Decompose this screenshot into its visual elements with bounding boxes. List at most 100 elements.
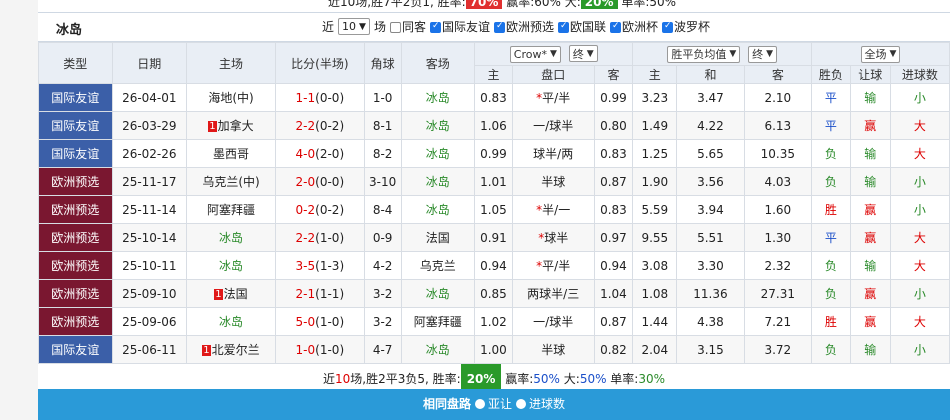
away-team-cell[interactable]: 阿塞拜疆 xyxy=(400,307,476,336)
filter-checkbox[interactable] xyxy=(662,21,674,33)
half-score: (1-0) xyxy=(315,342,345,357)
home-team-cell[interactable]: 1 北爱尔兰 xyxy=(186,335,276,364)
half-score: (0-0) xyxy=(315,90,345,105)
home-team-cell[interactable]: 阿塞拜疆 xyxy=(186,195,276,224)
handicap-result-cell: 赢 xyxy=(849,279,891,308)
home-team-cell[interactable]: 墨西哥 xyxy=(186,139,276,168)
date-cell: 26-04-01 xyxy=(111,83,188,112)
corner-cell: 0-9 xyxy=(363,223,402,252)
league-cell[interactable]: 国际友谊 xyxy=(38,111,113,140)
league-cell[interactable]: 欧洲预选 xyxy=(38,279,113,308)
odds-type-select[interactable]: 胜平负均值 ▼ xyxy=(667,45,741,63)
range-select[interactable]: 全场 ▼ xyxy=(860,45,901,63)
home-team-cell[interactable]: 冰岛 xyxy=(186,223,276,252)
corner-cell: 8-2 xyxy=(363,139,402,168)
sub-result: 胜负 xyxy=(811,65,851,84)
score-cell[interactable]: 1-1(0-0) xyxy=(274,83,365,112)
home-team-cell[interactable]: 1 加拿大 xyxy=(186,111,276,140)
league-cell[interactable]: 国际友谊 xyxy=(38,83,113,112)
handicap-result-cell: 输 xyxy=(849,251,891,280)
away-team-name: 法国 xyxy=(425,231,450,245)
away-team-name: 冰岛 xyxy=(425,119,450,133)
home-team-name: 墨西哥 xyxy=(212,147,249,161)
odds-away: 7.21 xyxy=(743,307,813,336)
company-select[interactable]: Crow* ▼ xyxy=(509,45,561,63)
summary-win-label: 赢率: xyxy=(501,372,534,386)
score-cell[interactable]: 4-0(2-0) xyxy=(274,139,365,168)
league-cell[interactable]: 国际友谊 xyxy=(38,335,113,364)
match-table: 类型 日期 主场 比分(半场) 角球 客场 Crow* ▼ 终 ▼ 胜平负均值 ▼ 终… xyxy=(38,42,950,364)
result-cell: 负 xyxy=(811,139,851,168)
ah-line-cell: *球半 xyxy=(511,223,595,252)
col-corner: 角球 xyxy=(363,42,402,84)
score-cell[interactable]: 5-0(1-0) xyxy=(274,307,365,336)
odds-draw: 4.38 xyxy=(676,307,745,336)
score-cell[interactable]: 1-0(1-0) xyxy=(274,335,365,364)
odds-time-select[interactable]: 终 ▼ xyxy=(748,45,778,63)
home-team-cell[interactable]: 乌克兰(中) xyxy=(186,167,276,196)
league-filter-options: 同客 国际友谊 欧洲预选 欧国联 欧洲杯 波罗杯 xyxy=(386,18,710,35)
odds-home: 9.55 xyxy=(632,223,678,252)
radio-goals[interactable] xyxy=(516,399,526,409)
summary-mid: 场,胜2平3负5, 胜率: xyxy=(350,372,461,386)
handicap-result-cell: 赢 xyxy=(849,111,891,140)
score-cell[interactable]: 2-2(1-0) xyxy=(274,223,365,252)
league-cell[interactable]: 欧洲预选 xyxy=(38,195,113,224)
away-team-cell[interactable]: 乌克兰 xyxy=(400,251,476,280)
handicap-time-select[interactable]: 终 ▼ xyxy=(568,45,598,63)
ah-line-cell: 一/球半 xyxy=(511,307,595,336)
home-team-cell[interactable]: 海地(中) xyxy=(186,83,276,112)
full-score: 1-0 xyxy=(295,342,316,357)
result-cell: 平 xyxy=(811,111,851,140)
away-team-cell[interactable]: 冰岛 xyxy=(400,195,476,224)
league-cell[interactable]: 欧洲预选 xyxy=(38,251,113,280)
score-cell[interactable]: 0-2(0-2) xyxy=(274,195,365,224)
away-team-name: 冰岛 xyxy=(425,287,450,301)
full-score: 0-2 xyxy=(295,202,316,217)
goals-result-cell: 小 xyxy=(889,167,950,196)
ah-away-odds: 0.99 xyxy=(593,83,634,112)
summary-single-pct: 30% xyxy=(638,372,666,386)
chevron-down-icon: ▼ xyxy=(586,48,594,59)
score-cell[interactable]: 2-0(0-0) xyxy=(274,167,365,196)
filter-label: 波罗杯 xyxy=(674,20,711,34)
away-team-cell[interactable]: 冰岛 xyxy=(400,167,476,196)
league-cell[interactable]: 国际友谊 xyxy=(38,139,113,168)
match-count-unit: 场 xyxy=(373,20,386,34)
ah-away-odds: 0.94 xyxy=(593,251,634,280)
away-team-cell[interactable]: 冰岛 xyxy=(400,111,476,140)
odds-draw: 3.15 xyxy=(676,335,745,364)
odds-home: 1.25 xyxy=(632,139,678,168)
league-cell[interactable]: 欧洲预选 xyxy=(38,167,113,196)
result-cell: 平 xyxy=(811,223,851,252)
home-team-cell[interactable]: 冰岛 xyxy=(186,251,276,280)
away-team-cell[interactable]: 冰岛 xyxy=(400,83,476,112)
corner-cell: 1-0 xyxy=(363,83,402,112)
home-team-cell[interactable]: 1 法国 xyxy=(186,279,276,308)
away-team-cell[interactable]: 冰岛 xyxy=(400,279,476,308)
prev-big-rate-badge: 20% xyxy=(580,0,618,9)
filter-checkbox[interactable] xyxy=(493,21,505,33)
league-cell[interactable]: 欧洲预选 xyxy=(38,307,113,336)
full-score: 2-2 xyxy=(295,230,316,245)
match-count-select[interactable]: 10 ▼ xyxy=(338,18,370,35)
odds-away: 1.60 xyxy=(743,195,813,224)
filter-checkbox[interactable] xyxy=(558,21,569,33)
score-cell[interactable]: 3-5(1-3) xyxy=(274,251,365,280)
previous-summary-strip: 近10场,胜7平2负1, 胜率: 70% 赢率:60% 大: 20% 单率:50% xyxy=(38,0,950,12)
full-score: 2-0 xyxy=(295,174,316,189)
score-cell[interactable]: 2-2(0-2) xyxy=(274,111,365,140)
col-type: 类型 xyxy=(38,42,113,84)
filter-checkbox[interactable] xyxy=(389,22,401,33)
odds-draw: 5.51 xyxy=(676,223,745,252)
home-team-cell[interactable]: 冰岛 xyxy=(186,307,276,336)
odds-time-value: 终 xyxy=(752,48,764,61)
away-team-cell[interactable]: 冰岛 xyxy=(400,139,476,168)
score-cell[interactable]: 2-1(1-1) xyxy=(274,279,365,308)
away-team-cell[interactable]: 冰岛 xyxy=(400,335,476,364)
away-team-cell[interactable]: 法国 xyxy=(400,223,476,252)
filter-checkbox[interactable] xyxy=(429,21,441,33)
league-cell[interactable]: 欧洲预选 xyxy=(38,223,113,252)
filter-checkbox[interactable] xyxy=(610,21,622,33)
radio-handicap[interactable] xyxy=(474,399,485,409)
